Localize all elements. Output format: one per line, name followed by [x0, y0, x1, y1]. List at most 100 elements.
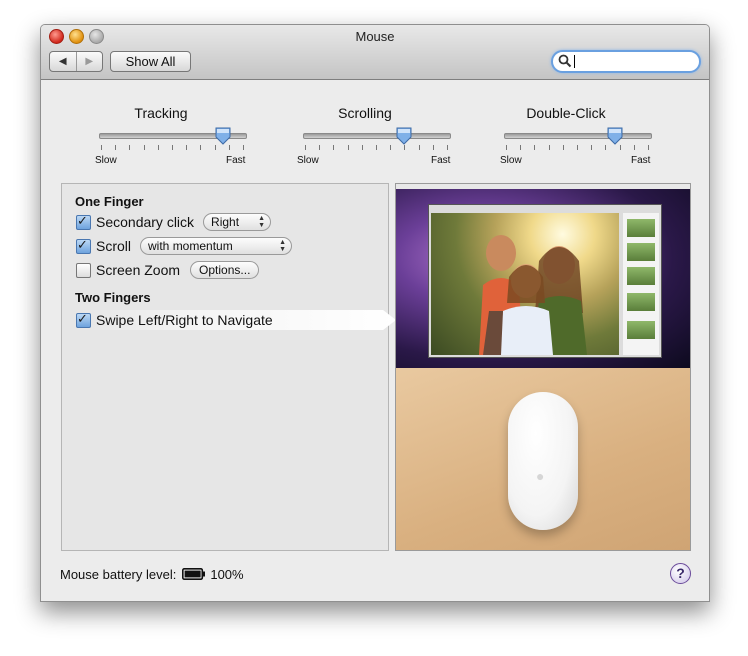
screen-zoom-options-button[interactable]: Options...	[190, 261, 260, 279]
back-arrow-icon: ◀	[58, 56, 67, 67]
screen-zoom-checkbox[interactable]: ✓	[76, 262, 91, 278]
popup-arrows-icon: ▲ ▼	[258, 215, 266, 229]
slider-tick	[158, 145, 159, 150]
slider-tick	[447, 145, 448, 150]
double-click-slider-thumb[interactable]	[607, 127, 623, 145]
slider-tick	[243, 145, 244, 150]
preview-app-window	[428, 204, 662, 358]
thumbnail	[627, 321, 655, 339]
slider-tick	[634, 145, 635, 150]
slider-tick	[115, 145, 116, 150]
scrolling-fast-label: Fast	[431, 155, 451, 166]
gesture-preview-image: ●	[395, 183, 691, 551]
preview-photo	[431, 213, 619, 355]
back-forward-control: ◀ ▶	[49, 51, 103, 72]
people-photo-illustration	[479, 235, 587, 355]
search-field[interactable]	[551, 50, 701, 73]
slider-tick	[172, 145, 173, 150]
slider-tick	[186, 145, 187, 150]
help-button[interactable]: ?	[670, 563, 691, 584]
slider-tick	[648, 145, 649, 150]
show-all-button[interactable]: Show All	[110, 51, 191, 72]
scrolling-slider-group: Scrolling Slow Fast	[285, 105, 451, 169]
screen-zoom-label[interactable]: Screen Zoom	[96, 262, 180, 278]
double-click-slider-group: Double-Click Slow Fast	[486, 105, 652, 169]
battery-level-value: 100%	[210, 566, 244, 582]
popup-arrows-icon: ▲ ▼	[279, 239, 287, 253]
scrolling-slider-track[interactable]	[303, 133, 451, 139]
secondary-click-popup[interactable]: Right ▲ ▼	[203, 213, 272, 231]
preview-desk: ●	[396, 368, 690, 550]
double-click-label: Double-Click	[526, 105, 606, 121]
scrolling-ticks	[305, 145, 449, 151]
tracking-fast-label: Fast	[226, 155, 246, 166]
scrolling-slider-thumb[interactable]	[396, 127, 412, 145]
tracking-label: Tracking	[134, 105, 188, 121]
scroll-value: with momentum	[148, 239, 233, 253]
search-input[interactable]	[573, 53, 691, 69]
tracking-slow-label: Slow	[95, 155, 117, 166]
forward-arrow-icon: ▶	[85, 56, 94, 67]
slider-tick	[520, 145, 521, 150]
slider-tick	[390, 145, 391, 150]
preview-screen	[396, 184, 690, 368]
apple-logo-icon: ●	[536, 468, 545, 484]
slider-tick	[563, 145, 564, 150]
slider-tick	[229, 145, 230, 150]
window-title: Mouse	[355, 29, 395, 44]
slider-tick	[577, 145, 578, 150]
slider-tick	[200, 145, 201, 150]
slider-tick	[591, 145, 592, 150]
slider-tick	[433, 145, 434, 150]
text-caret	[574, 55, 575, 68]
double-click-slider-track[interactable]	[504, 133, 652, 139]
tracking-slider-thumb[interactable]	[215, 127, 231, 145]
tracking-slider-group: Tracking Slow Fast	[81, 105, 247, 169]
scroll-popup[interactable]: with momentum ▲ ▼	[140, 237, 293, 255]
screen-zoom-row: ✓ Screen Zoom Options...	[76, 261, 260, 279]
slider-tick	[319, 145, 320, 150]
tracking-ticks	[101, 145, 245, 151]
battery-label: Mouse battery level:	[60, 566, 177, 582]
checkmark-icon: ✓	[77, 212, 88, 228]
secondary-click-checkbox[interactable]: ✓	[76, 212, 91, 230]
slider-tick	[305, 145, 306, 150]
preview-thumbnail-strip	[623, 213, 659, 355]
slider-tick	[215, 145, 216, 150]
slider-tick	[362, 145, 363, 150]
thumbnail	[627, 243, 655, 261]
double-click-ticks	[506, 145, 650, 151]
scrolling-label: Scrolling	[338, 105, 392, 121]
one-finger-heading: One Finger	[75, 194, 144, 209]
slider-tick	[129, 145, 130, 150]
secondary-click-row: ✓ Secondary click Right ▲ ▼	[76, 212, 272, 231]
back-button[interactable]: ◀	[50, 52, 76, 71]
slider-tick	[605, 145, 606, 150]
preview-menubar	[396, 184, 690, 189]
thumbnail	[627, 219, 655, 237]
swipe-label[interactable]: Swipe Left/Right to Navigate	[96, 312, 273, 328]
slider-tick	[376, 145, 377, 150]
slider-tick	[101, 145, 102, 150]
slider-tick	[404, 145, 405, 150]
thumbnail	[627, 293, 655, 311]
scroll-label[interactable]: Scroll	[96, 238, 131, 254]
scroll-checkbox[interactable]: ✓	[76, 237, 91, 254]
thumbnail	[627, 267, 655, 285]
secondary-click-value: Right	[211, 215, 240, 229]
double-click-slow-label: Slow	[500, 155, 522, 166]
slider-tick	[506, 145, 507, 150]
battery-icon	[182, 568, 206, 580]
double-click-fast-label: Fast	[631, 155, 651, 166]
slider-tick	[620, 145, 621, 150]
swipe-checkbox[interactable]: ✓	[76, 311, 91, 328]
secondary-click-label[interactable]: Secondary click	[96, 214, 194, 230]
slider-tick	[348, 145, 349, 150]
swipe-row: ✓ Swipe Left/Right to Navigate	[76, 311, 273, 329]
search-icon	[558, 54, 572, 68]
two-fingers-heading: Two Fingers	[75, 290, 151, 305]
slider-tick	[144, 145, 145, 150]
forward-button[interactable]: ▶	[75, 52, 103, 71]
magic-mouse-illustration: ●	[508, 392, 578, 530]
gesture-options-panel: One Finger ✓ Secondary click Right ▲ ▼ ✓ …	[61, 183, 396, 551]
